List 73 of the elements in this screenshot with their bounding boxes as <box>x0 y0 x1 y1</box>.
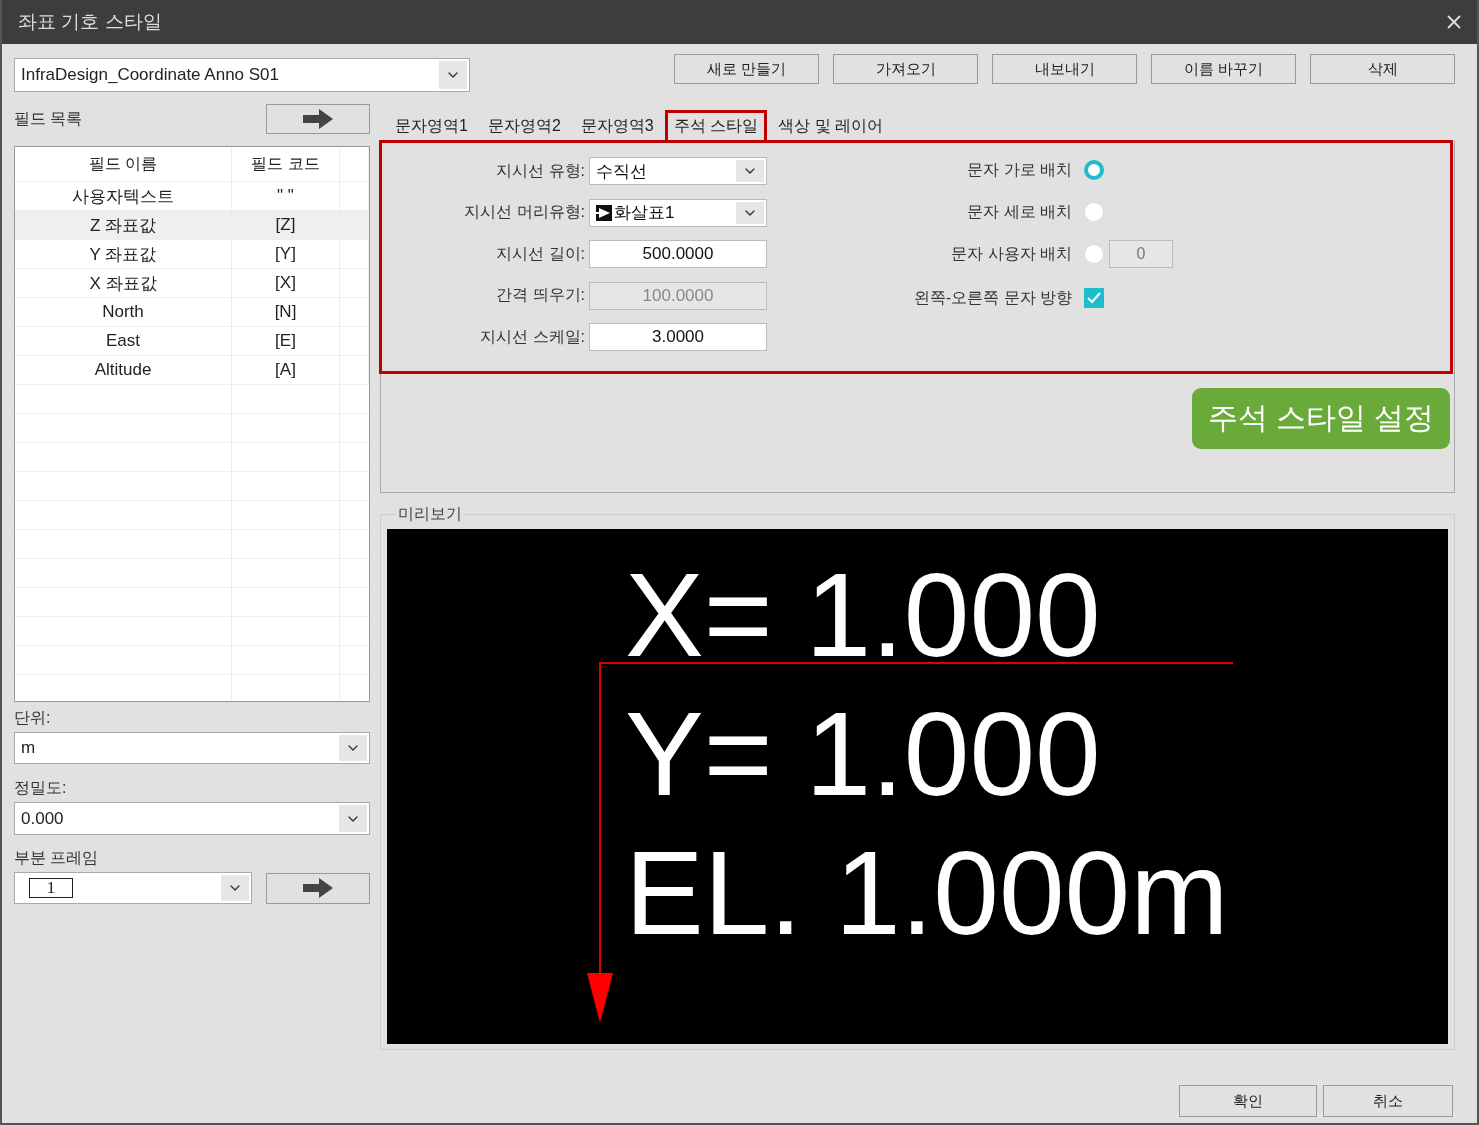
window-title: 좌표 기호 스타일 <box>18 10 162 34</box>
field-label: 간격 띄우기: <box>496 285 585 305</box>
dialog-button[interactable]: 취소 <box>1323 1085 1453 1117</box>
field-name-cell: X 좌표값 <box>15 269 232 297</box>
field-name-cell: Altitude <box>15 356 232 384</box>
toolbar-button[interactable]: 이름 바꾸기 <box>1151 54 1296 84</box>
field-code-cell: [N] <box>232 298 340 326</box>
field-list-label: 필드 목록 <box>14 108 83 129</box>
chevron-down-icon <box>339 805 367 832</box>
arrowhead-icon <box>596 204 612 221</box>
precision-label: 정밀도: <box>14 778 68 798</box>
arrowhead-select[interactable]: 화살표1 <box>589 198 767 227</box>
leader-type-select[interactable]: 수직선 <box>589 157 767 185</box>
column-header: 필드 이름 <box>15 147 232 181</box>
radio-button[interactable] <box>1084 244 1104 264</box>
frame-select[interactable]: 1 <box>14 872 252 904</box>
field-name-cell: North <box>15 298 232 326</box>
value-field[interactable]: 0 <box>1109 240 1173 268</box>
field-code-cell: [Y] <box>232 240 340 268</box>
apply-frame-button[interactable] <box>266 872 370 904</box>
tab[interactable]: 문자영역2 <box>478 110 570 140</box>
field-code-cell: [X] <box>232 269 340 297</box>
toolbar-button[interactable]: 가져오기 <box>833 54 978 84</box>
toolbar-button[interactable]: 삭제 <box>1310 54 1455 84</box>
dialog-button[interactable]: 확인 <box>1179 1085 1317 1117</box>
field-name-cell: 사용자텍스트 <box>15 182 232 210</box>
precision-select[interactable]: 0.000 <box>14 802 370 835</box>
toolbar-button[interactable]: 내보내기 <box>992 54 1137 84</box>
preview-text: X= 1.000 <box>625 548 1101 683</box>
table-row[interactable]: Z 좌표값 [Z] <box>15 211 369 240</box>
arrow-icon <box>303 878 333 898</box>
option-label: 문자 가로 배치 <box>966 159 1073 180</box>
tab[interactable]: 색상 및 레이어 <box>769 110 893 140</box>
column-header: 필드 코드 <box>232 147 340 181</box>
number-field[interactable]: 3.0000 <box>589 323 767 351</box>
field-label: 지시선 스케일: <box>480 326 585 347</box>
field-name-cell: Z 좌표값 <box>15 211 232 239</box>
add-field-button[interactable] <box>266 104 370 134</box>
field-code-cell: " " <box>232 182 340 210</box>
preview-text: EL. 1.000m <box>625 826 1229 961</box>
chevron-down-icon <box>221 875 249 901</box>
toolbar-button[interactable]: 새로 만들기 <box>674 54 819 84</box>
field-label: 지시선 유형: <box>496 160 585 181</box>
option-label: 문자 사용자 배치 <box>950 243 1073 264</box>
field-label: 지시선 머리유형: <box>464 202 585 222</box>
chevron-down-icon <box>736 160 764 182</box>
callout-label: 주석 스타일 설정 <box>1192 388 1450 449</box>
field-name-cell: East <box>15 327 232 355</box>
checkbox[interactable] <box>1084 288 1104 308</box>
preview-label: 미리보기 <box>395 504 465 525</box>
number-field[interactable]: 500.0000 <box>589 240 767 268</box>
chevron-down-icon <box>339 735 367 761</box>
units-select[interactable]: m <box>14 732 370 764</box>
option-label: 문자 세로 배치 <box>966 201 1073 222</box>
preview-text: Y= 1.000 <box>625 687 1101 822</box>
tab[interactable]: 문자영역3 <box>571 110 663 140</box>
frame-label: 부분 프레임 <box>14 848 100 868</box>
radio-button[interactable] <box>1084 202 1104 222</box>
chevron-down-icon <box>439 61 467 89</box>
field-code-cell: [E] <box>232 327 340 355</box>
field-code-cell: [A] <box>232 356 340 384</box>
radio-button[interactable] <box>1084 160 1104 180</box>
field-name-cell: Y 좌표값 <box>15 240 232 268</box>
units-label: 단위: <box>14 708 52 728</box>
style-select[interactable]: InfraDesign_Coordinate Anno S01 <box>14 58 470 92</box>
chevron-down-icon <box>736 201 764 224</box>
tab[interactable]: 주석 스타일 <box>664 110 768 140</box>
field-label: 지시선 길이: <box>496 243 585 264</box>
tab[interactable]: 문자영역1 <box>386 110 477 140</box>
arrow-icon <box>303 109 333 129</box>
field-code-cell: [Z] <box>232 211 340 239</box>
frame-value: 1 <box>29 878 73 898</box>
option-label: 왼쪽-오른쪽 문자 방향 <box>912 287 1073 308</box>
